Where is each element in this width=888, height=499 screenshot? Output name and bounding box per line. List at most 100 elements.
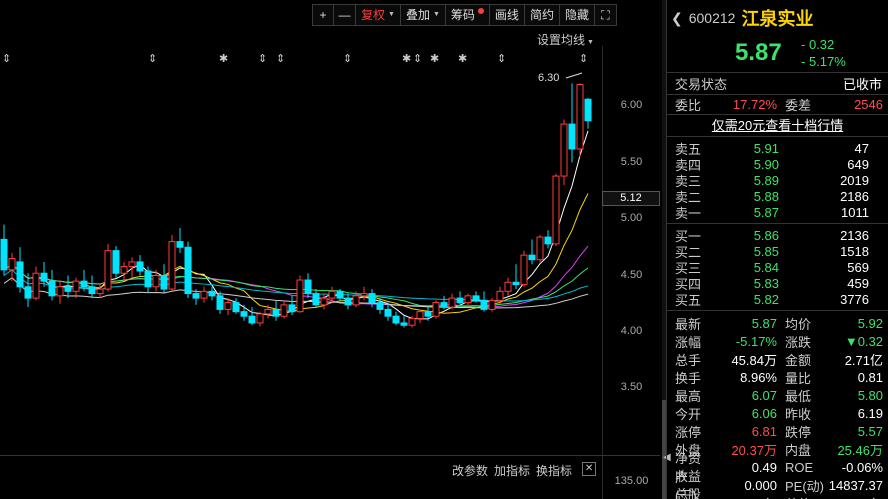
stat-value: -5.17% — [735, 333, 777, 349]
stats-row: 涨幅 -5.17% 涨跌 ▼0.32 — [667, 332, 888, 350]
stat-value: 5.92 — [857, 315, 883, 331]
candle-body — [344, 297, 352, 306]
candle-body — [192, 293, 200, 299]
candle-body — [216, 295, 224, 310]
order-price: 5.82 — [753, 291, 779, 307]
chevron-down-icon: ▼ — [587, 39, 594, 46]
chips-button[interactable]: 筹码 — [445, 4, 490, 26]
stat-label: 总值 — [777, 494, 817, 499]
chevron-left-icon[interactable]: ❮ — [671, 10, 683, 27]
candle-body — [128, 261, 136, 267]
overlay-dropdown[interactable]: 叠加 ▼ — [400, 4, 446, 26]
candle-body — [464, 295, 472, 304]
last-price: 5.87 — [735, 39, 782, 66]
candle-body — [560, 123, 568, 177]
candle-body — [328, 290, 336, 299]
stock-header: ❮ 600212 江泉实业 — [667, 0, 888, 36]
hide-button[interactable]: 隐藏 — [559, 4, 595, 26]
candle-body — [32, 272, 40, 299]
stat-value: 6.07 — [751, 387, 777, 403]
candle-body — [512, 281, 520, 286]
candle-body — [520, 254, 528, 286]
order-price: 5.89 — [753, 172, 779, 188]
order-price: 5.83 — [753, 275, 779, 291]
adjust-rights-dropdown[interactable]: 复权 ▼ — [356, 4, 401, 26]
candle-body — [16, 261, 24, 288]
candle-body — [232, 302, 240, 313]
order-diff-label: 委差 — [785, 98, 812, 113]
candle-body — [336, 290, 344, 299]
trade-status-row: 交易状态 已收市 — [667, 73, 888, 94]
stock-code: 600212 — [688, 10, 736, 26]
candle-body — [352, 295, 360, 306]
stat-label: 跌停 — [785, 424, 812, 440]
stat-label: 涨幅 — [675, 334, 702, 350]
candle-body — [240, 311, 248, 317]
candle-body — [200, 290, 208, 299]
level2-link[interactable]: 仅需20元查看十档行情 — [667, 115, 888, 136]
zoom-in-button[interactable]: + — [312, 4, 334, 26]
stat-label: 金额 — [785, 352, 812, 368]
stats-row: 今开 6.06 昨收 6.19 — [667, 404, 888, 422]
candle-body — [248, 315, 256, 324]
order-volume: 2019 — [840, 172, 869, 188]
stats-row: 涨停 6.81 跌停 5.57 — [667, 422, 888, 440]
stat-value: 0.49 — [751, 459, 777, 475]
trade-status-value: 已收市 — [842, 77, 882, 92]
candle-body — [320, 297, 328, 306]
candle-body — [56, 286, 64, 297]
stat-value: 45.84万 — [731, 352, 777, 368]
order-book-row[interactable]: 买五 5.82 3776 — [667, 291, 888, 308]
stat-value: 0.81 — [857, 369, 883, 385]
candle-body — [568, 123, 576, 150]
order-ratio-label: 委比 — [675, 98, 702, 113]
stat-label: 最低 — [785, 388, 812, 404]
stat-label: 今开 — [675, 406, 702, 422]
volume-axis-label: 135.00 — [614, 475, 649, 487]
order-book-row[interactable]: 卖一 5.87 1011 — [667, 204, 888, 221]
candle-body — [392, 315, 400, 324]
zoom-out-button[interactable]: — — [334, 4, 356, 26]
candle-body — [104, 250, 112, 290]
stat-value: 25.46万 — [837, 442, 883, 458]
high-annotation: 6.30 — [538, 72, 560, 84]
stat-value: ▼0.32 — [844, 333, 883, 349]
candle-body — [576, 84, 584, 150]
add-indicator-button[interactable]: 加指标 — [494, 462, 530, 479]
candle-body — [272, 308, 280, 317]
order-volume: 2186 — [840, 188, 869, 204]
candle-body — [584, 98, 592, 122]
price-change-pct: - 5.17% — [801, 54, 846, 69]
candle-body — [312, 293, 320, 306]
candle-body — [96, 288, 104, 295]
ma-settings-label: 设置均线 — [537, 33, 586, 47]
close-icon[interactable]: ✕ — [582, 462, 597, 476]
brief-button[interactable]: 简约 — [524, 4, 560, 26]
change-params-button[interactable]: 改参数 — [452, 462, 488, 479]
order-volume: 459 — [847, 275, 869, 291]
candle-body — [120, 265, 128, 274]
candle-body — [456, 297, 464, 304]
order-diff-value: 2546 — [854, 97, 883, 112]
candle-body — [296, 279, 304, 313]
chevron-down-icon: ▼ — [388, 11, 395, 18]
stat-label: 内盘 — [785, 442, 812, 458]
high-annotation-arrow — [565, 72, 583, 79]
candle-body — [376, 302, 384, 310]
stats-row: 总股本5.117亿总值30.04亿 — [667, 487, 888, 499]
order-price: 5.84 — [753, 259, 779, 275]
kline-chart[interactable] — [0, 46, 660, 499]
candle-body — [80, 280, 88, 288]
y-tick-label: 5.00 — [620, 212, 643, 224]
stat-value: 0.000 — [744, 477, 777, 493]
candle-body — [184, 246, 192, 295]
order-level-label: 买五 — [675, 292, 702, 308]
order-ratio-value: 17.72% — [732, 97, 777, 112]
candle-body — [288, 304, 296, 313]
y-tick-label: 3.50 — [620, 381, 643, 393]
expand-icon[interactable]: ⛶ — [594, 4, 617, 26]
draw-line-button[interactable]: 画线 — [489, 4, 525, 26]
switch-indicator-button[interactable]: 换指标 — [536, 462, 572, 479]
candle-body — [256, 313, 264, 324]
order-volume: 3776 — [840, 291, 869, 307]
